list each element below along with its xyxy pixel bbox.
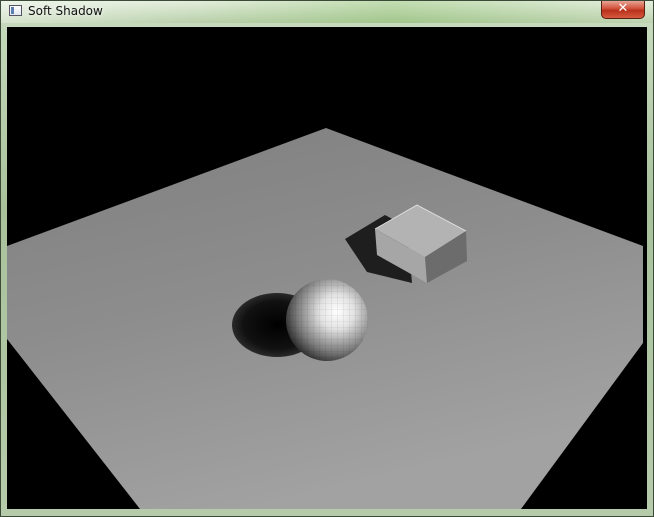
window-title: Soft Shadow: [28, 4, 103, 18]
scene-canvas: [7, 128, 643, 509]
close-icon: ✕: [617, 1, 629, 16]
close-button[interactable]: ✕: [601, 1, 645, 19]
sphere: [286, 279, 368, 361]
title-bar[interactable]: Soft Shadow ✕: [1, 1, 653, 23]
app-window: Soft Shadow ✕: [0, 0, 654, 517]
app-window-icon[interactable]: [9, 5, 22, 16]
render-viewport[interactable]: [7, 27, 647, 509]
